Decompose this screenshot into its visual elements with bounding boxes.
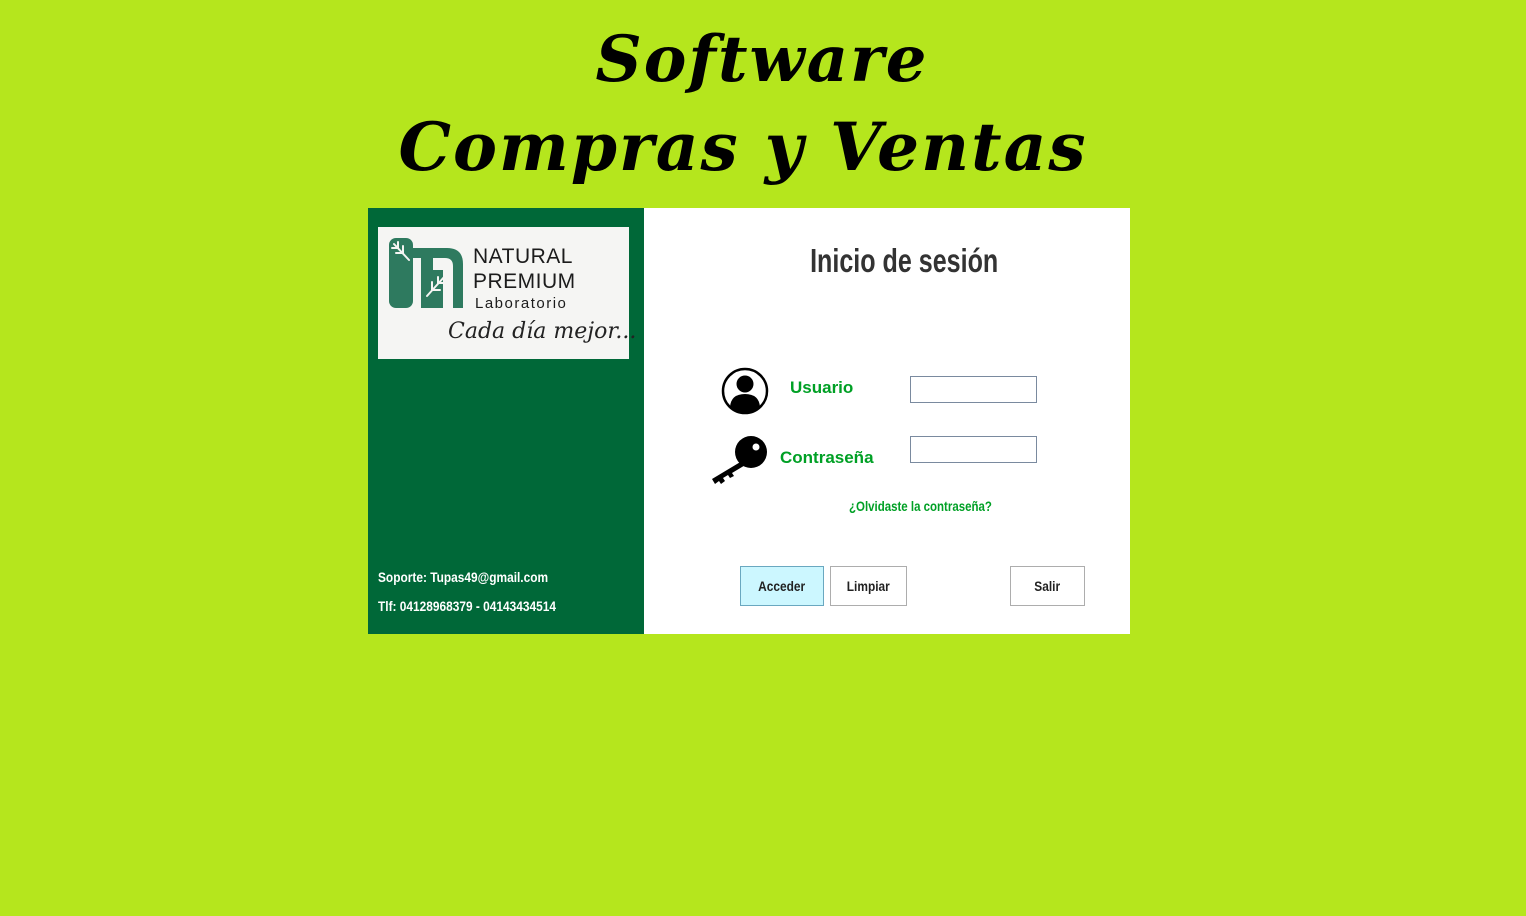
logo-slogan: Cada día mejor... <box>448 319 637 344</box>
app-title-line-1: Software <box>595 22 929 97</box>
login-button-label: Acceder <box>758 578 806 594</box>
logo-text-natural: NATURAL <box>473 245 573 268</box>
username-field[interactable] <box>910 376 1037 403</box>
sidebar: NATURAL PREMIUM Laboratorio Cada día mej… <box>368 208 644 634</box>
logo-text-premium: PREMIUM <box>473 270 576 293</box>
app-title-line-2: Compras y Ventas <box>398 108 1088 186</box>
forgot-password-link[interactable]: ¿Olvidaste la contraseña? <box>849 498 992 514</box>
login-button[interactable]: Acceder <box>740 566 824 606</box>
company-logo: NATURAL PREMIUM Laboratorio Cada día mej… <box>378 227 636 359</box>
login-panel: NATURAL PREMIUM Laboratorio Cada día mej… <box>368 208 1130 634</box>
exit-button[interactable]: Salir <box>1010 566 1085 606</box>
leaf-logo-icon <box>389 238 463 308</box>
clear-button-label: Limpiar <box>846 578 890 594</box>
username-label: Usuario <box>790 378 854 397</box>
support-email: Soporte: Tupas49@gmail.com <box>378 569 549 585</box>
logo-text-laboratorio: Laboratorio <box>475 295 568 312</box>
user-circle-icon <box>721 367 769 415</box>
login-heading: Inicio de sesión <box>810 242 999 279</box>
clear-button[interactable]: Limpiar <box>830 566 907 606</box>
key-icon <box>712 436 767 484</box>
password-label: Contraseña <box>780 448 874 467</box>
exit-button-label: Salir <box>1034 578 1061 594</box>
password-field[interactable] <box>910 436 1037 463</box>
support-phone: Tlf: 04128968379 - 04143434514 <box>378 598 556 614</box>
